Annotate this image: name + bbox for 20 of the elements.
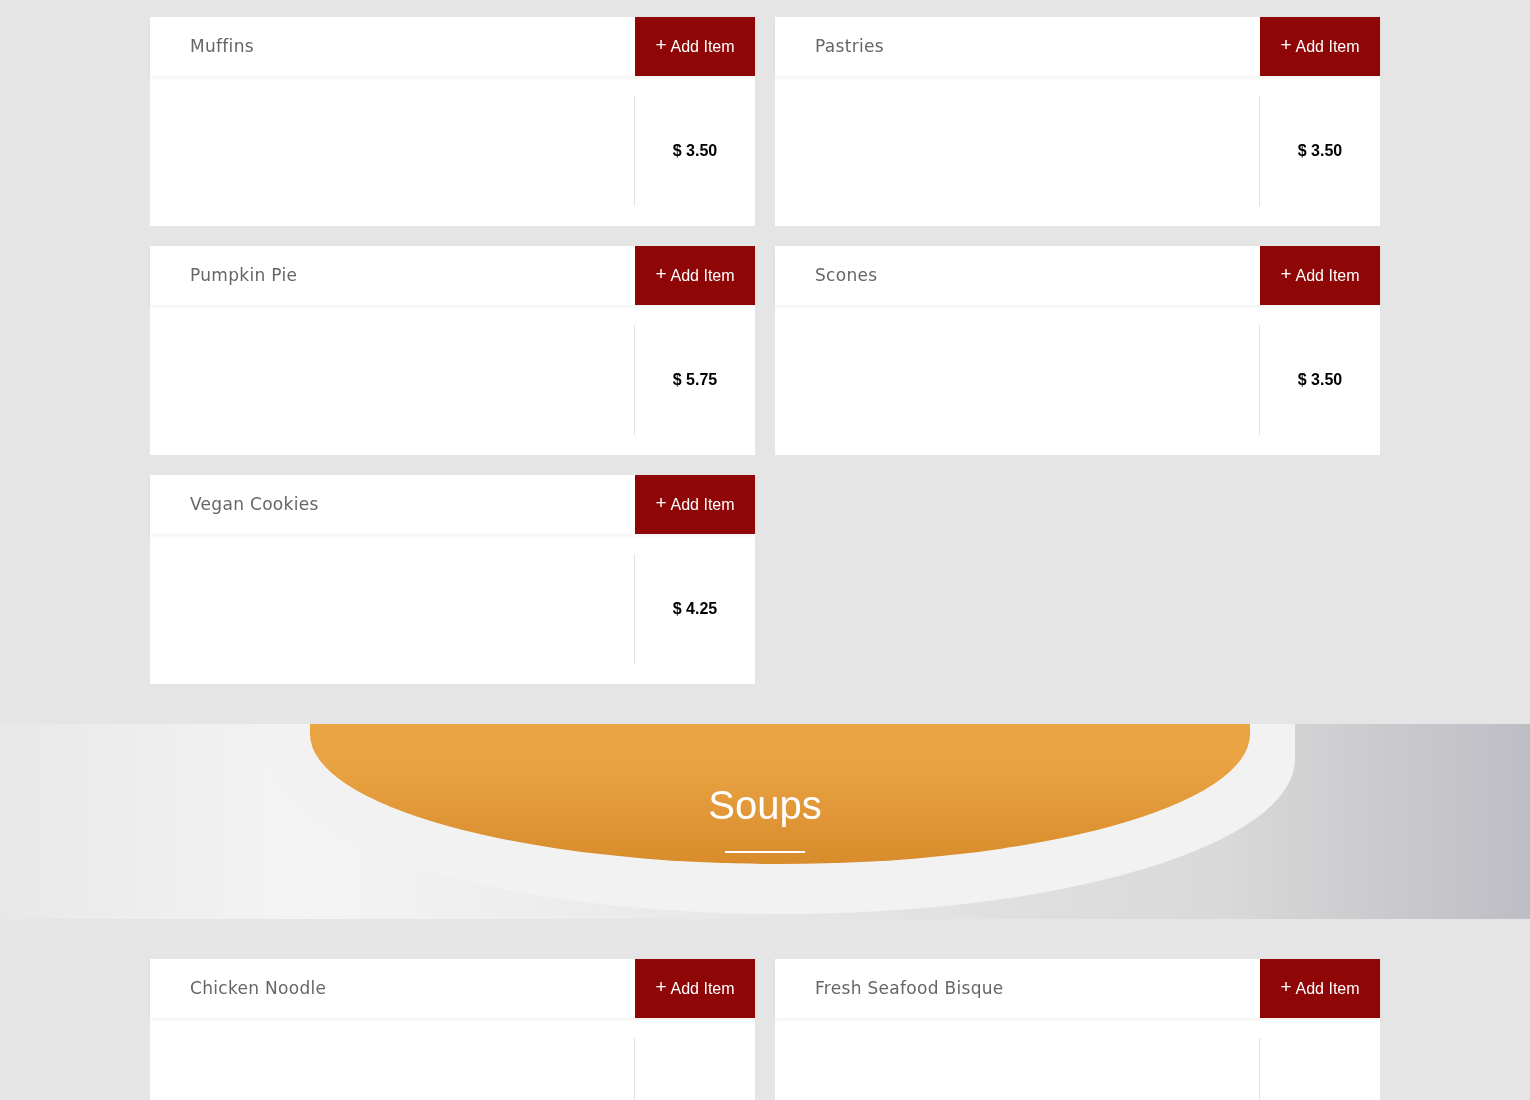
item-name: Scones <box>814 263 879 287</box>
item-price: $ 5.75 <box>672 370 718 390</box>
item-name: Muffins <box>189 34 255 58</box>
add-item-button[interactable]: + Add Item <box>1260 17 1380 76</box>
add-item-button[interactable]: + Add Item <box>635 959 755 1018</box>
item-name: Vegan Cookies <box>189 492 320 516</box>
item-price: $ 3.50 <box>672 141 718 161</box>
item-price: $ 3.50 <box>1297 141 1343 161</box>
add-item-button[interactable]: + Add Item <box>635 475 755 534</box>
section-title: Soups <box>708 784 822 825</box>
item-price: $ 3.50 <box>1297 370 1343 390</box>
add-item-button[interactable]: + Add Item <box>635 246 755 305</box>
item-name: Pumpkin Pie <box>189 263 299 287</box>
item-name: Fresh Seafood Bisque <box>814 976 1005 1000</box>
item-price: $ 4.25 <box>672 599 718 619</box>
add-item-button[interactable]: + Add Item <box>1260 246 1380 305</box>
add-item-button[interactable]: + Add Item <box>635 17 755 76</box>
item-name: Chicken Noodle <box>189 976 328 1000</box>
item-name: Pastries <box>814 34 885 58</box>
add-item-button[interactable]: + Add Item <box>1260 959 1380 1018</box>
